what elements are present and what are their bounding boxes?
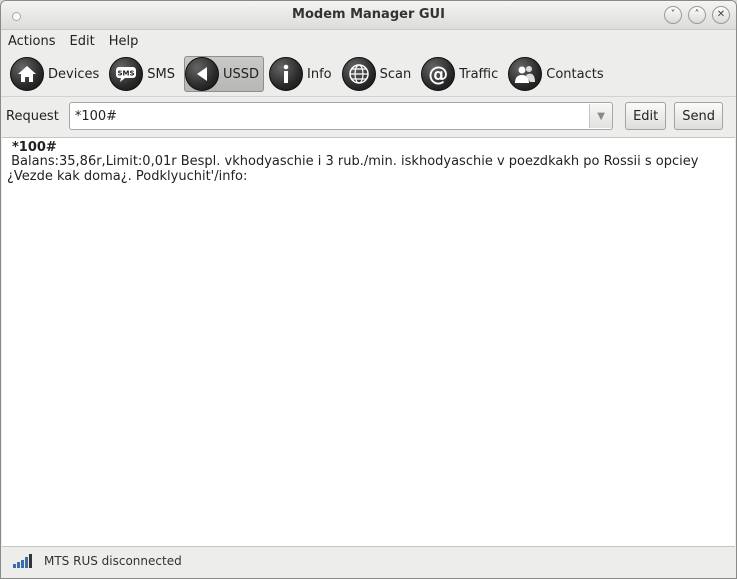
contacts-icon bbox=[508, 57, 543, 91]
svg-text:SMS: SMS bbox=[118, 70, 135, 78]
home-icon bbox=[10, 57, 44, 91]
menu-edit[interactable]: Edit bbox=[70, 34, 95, 49]
toolbar-traffic-button[interactable]: @ Traffic bbox=[420, 56, 503, 92]
info-icon bbox=[269, 57, 303, 91]
close-button[interactable]: ✕ bbox=[712, 6, 730, 24]
toolbar-scan-button[interactable]: Scan bbox=[341, 56, 417, 92]
ussd-response-area[interactable]: *100# Balans:35,86r,Limit:0,01r Bespl. v… bbox=[2, 137, 735, 547]
edit-button[interactable]: Edit bbox=[625, 102, 667, 130]
toolbar-sms-label: SMS bbox=[147, 66, 175, 82]
toolbar: Devices SMS SMS USSD Info Scan @ Traffic… bbox=[1, 52, 736, 97]
toolbar-info-button[interactable]: Info bbox=[268, 56, 337, 92]
toolbar-scan-label: Scan bbox=[379, 66, 412, 82]
window-title: Modem Manager GUI bbox=[292, 7, 445, 22]
maximize-button[interactable]: ˄ bbox=[688, 6, 706, 24]
send-button[interactable]: Send bbox=[674, 102, 723, 130]
menu-help[interactable]: Help bbox=[109, 34, 139, 49]
signal-strength-icon bbox=[13, 554, 32, 568]
toolbar-contacts-label: Contacts bbox=[546, 66, 604, 82]
status-bar: MTS RUS disconnected bbox=[1, 550, 736, 578]
request-label: Request bbox=[6, 108, 59, 124]
menu-bar: Actions Edit Help bbox=[1, 30, 736, 52]
response-text: Balans:35,86r,Limit:0,01r Bespl. vkhodya… bbox=[7, 154, 703, 184]
scan-icon bbox=[341, 57, 376, 91]
toolbar-devices-button[interactable]: Devices bbox=[9, 56, 104, 92]
toolbar-traffic-label: Traffic bbox=[459, 66, 499, 82]
ussd-icon bbox=[184, 57, 219, 91]
sms-icon: SMS bbox=[109, 57, 144, 91]
connection-status: MTS RUS disconnected bbox=[44, 554, 182, 568]
app-window: Modem Manager GUI ˅ ˄ ✕ Actions Edit Hel… bbox=[0, 0, 737, 579]
toolbar-ussd-label: USSD bbox=[222, 66, 259, 82]
request-bar: Request ▼ Edit Send bbox=[1, 97, 736, 135]
minimize-button[interactable]: ˅ bbox=[664, 6, 682, 24]
toolbar-sms-button[interactable]: SMS SMS bbox=[108, 56, 180, 92]
request-input[interactable] bbox=[69, 105, 590, 127]
menu-actions[interactable]: Actions bbox=[8, 34, 56, 49]
request-combo[interactable]: ▼ bbox=[68, 102, 614, 130]
title-bar: Modem Manager GUI ˅ ˄ ✕ bbox=[1, 1, 736, 30]
toolbar-contacts-button[interactable]: Contacts bbox=[507, 56, 608, 92]
toolbar-info-label: Info bbox=[307, 66, 332, 82]
response-command: *100# bbox=[12, 140, 57, 155]
chevron-down-icon[interactable]: ▼ bbox=[589, 104, 613, 128]
toolbar-ussd-button[interactable]: USSD bbox=[183, 56, 264, 92]
traffic-icon: @ bbox=[421, 57, 456, 91]
toolbar-devices-label: Devices bbox=[48, 66, 100, 82]
